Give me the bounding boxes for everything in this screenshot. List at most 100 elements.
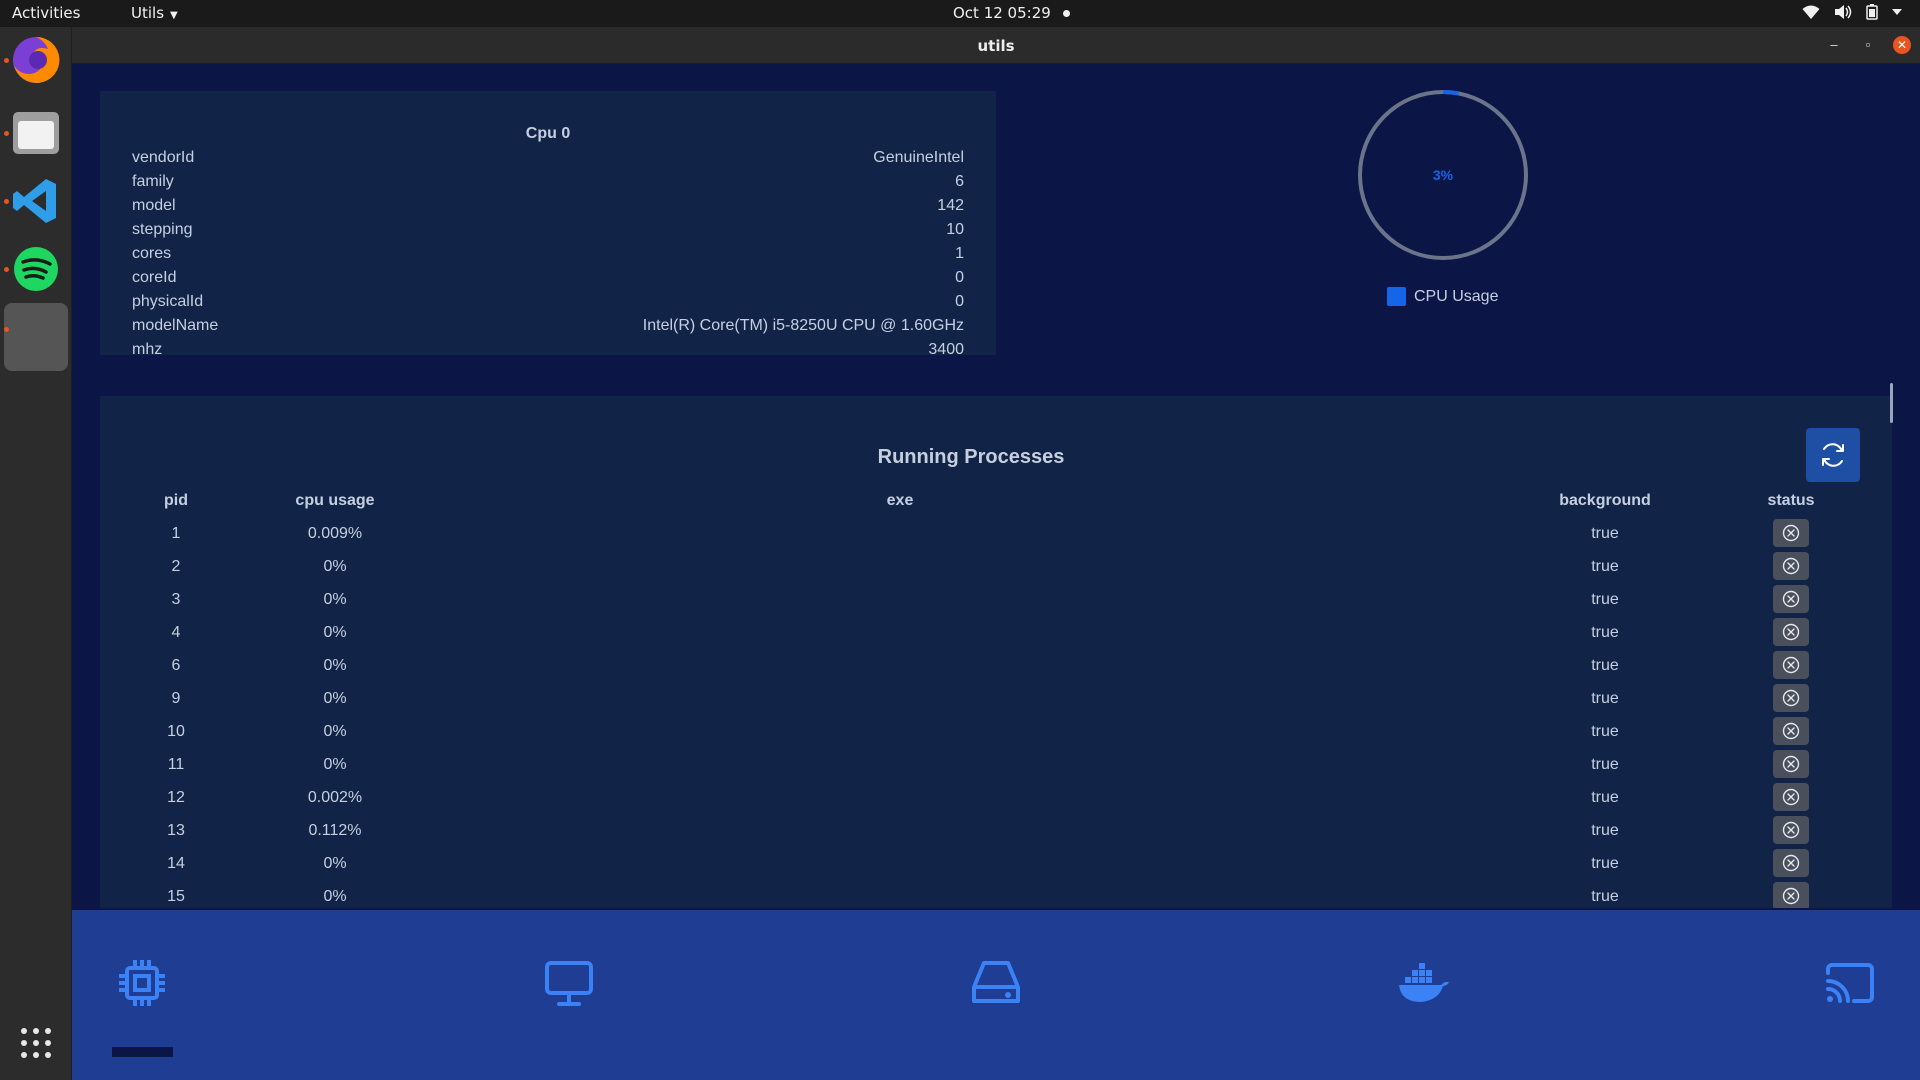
cpu-info-value: 142 — [937, 197, 964, 214]
top-bar: Activities Utils ▼ Oct 12 05:29 — [0, 0, 1920, 27]
status-cell — [1740, 715, 1842, 748]
status-cell — [1740, 583, 1842, 616]
cpu-usage-cell: 0.002% — [307, 789, 363, 806]
kill-process-button[interactable] — [1773, 519, 1809, 547]
dock-spotify[interactable] — [4, 243, 62, 295]
cpu-usage-cell: 0% — [323, 558, 347, 575]
cpu-info-key: family — [132, 173, 174, 190]
dock-firefox[interactable] — [4, 34, 62, 86]
cpu-usage-cell: 0% — [323, 888, 347, 905]
kill-process-button[interactable] — [1773, 849, 1809, 877]
maximize-button[interactable]: ▫ — [1859, 36, 1877, 54]
cpu-info-row: stepping 10 — [132, 221, 964, 245]
table-row: 13 0.112% true — [100, 814, 1892, 847]
column-header-exe[interactable]: exe — [800, 484, 1000, 517]
nav-cast[interactable] — [1824, 957, 1876, 1009]
kill-process-button[interactable] — [1773, 552, 1809, 580]
hard-drive-icon — [972, 961, 1020, 1003]
cast-icon — [1826, 963, 1874, 1003]
cpu-info-value: GenuineIntel — [873, 149, 964, 166]
background-cell: true — [1591, 888, 1619, 905]
cpu-usage-cell: 0% — [323, 855, 347, 872]
background-cell: true — [1591, 591, 1619, 608]
cpu-info-key: mhz — [132, 341, 163, 355]
cpu-info-row: mhz 3400 — [132, 341, 964, 355]
kill-process-button[interactable] — [1773, 882, 1809, 908]
kill-process-button[interactable] — [1773, 717, 1809, 745]
system-tray[interactable] — [1802, 4, 1902, 20]
cpu-info-value: 0 — [955, 269, 964, 286]
minimize-button[interactable]: – — [1825, 36, 1843, 54]
close-circle-icon — [1782, 689, 1800, 707]
refresh-button[interactable] — [1806, 428, 1860, 482]
status-cell — [1740, 649, 1842, 682]
table-row: 9 0% true — [100, 682, 1892, 715]
cpu-card-title: Cpu 0 — [525, 125, 571, 142]
running-indicator — [4, 199, 9, 204]
kill-process-button[interactable] — [1773, 816, 1809, 844]
dock-vscode[interactable] — [4, 175, 62, 227]
cpu-usage-cell: 0.009% — [307, 525, 363, 542]
exe-cell — [800, 649, 1000, 682]
kill-process-button[interactable] — [1773, 651, 1809, 679]
title-bar[interactable]: utils – ▫ ✕ — [72, 27, 1920, 64]
cpu-usage-cell: 0% — [323, 690, 347, 707]
pid-cell: 2 — [171, 558, 181, 575]
cpu-info-card: Cpu 0 vendorId GenuineIntel family 6 model 14… — [100, 91, 996, 355]
column-header-status[interactable]: status — [1740, 484, 1842, 517]
kill-process-button[interactable] — [1773, 618, 1809, 646]
cpu-info-row: model 142 — [132, 197, 964, 221]
gauge-legend[interactable]: CPU Usage — [1387, 287, 1498, 306]
app-menu-label: Utils — [131, 4, 165, 22]
background-cell: true — [1591, 690, 1619, 707]
close-circle-icon — [1782, 854, 1800, 872]
kill-process-button[interactable] — [1773, 783, 1809, 811]
cpu-info-row: family 6 — [132, 173, 964, 197]
dock-files[interactable] — [4, 107, 62, 159]
show-applications-icon[interactable] — [20, 1027, 52, 1064]
table-row: 2 0% true — [100, 550, 1892, 583]
column-header-cpu-usage[interactable]: cpu usage — [260, 484, 410, 517]
close-button[interactable]: ✕ — [1893, 36, 1911, 54]
table-row: 1 0.009% true — [100, 517, 1892, 550]
column-header-background[interactable]: background — [1540, 484, 1670, 517]
close-circle-icon — [1782, 821, 1800, 839]
running-indicator — [4, 267, 9, 272]
scrollbar[interactable] — [1890, 383, 1893, 423]
activities-button[interactable]: Activities — [12, 4, 80, 22]
exe-cell — [800, 814, 1000, 847]
status-cell — [1740, 781, 1842, 814]
cpu-info-value: 0 — [955, 293, 964, 310]
kill-process-button[interactable] — [1773, 585, 1809, 613]
nav-docker[interactable] — [1397, 957, 1449, 1009]
nav-storage[interactable] — [970, 957, 1022, 1009]
wifi-icon — [1802, 4, 1820, 20]
background-cell: true — [1591, 525, 1619, 542]
status-cell — [1740, 880, 1842, 908]
exe-cell — [800, 550, 1000, 583]
cpu-usage-cell: 0% — [323, 591, 347, 608]
cpu-usage-cell: 0% — [323, 624, 347, 641]
cpu-info-key: stepping — [132, 221, 193, 238]
cpu-icon — [119, 960, 165, 1006]
dock-utils[interactable] — [4, 303, 68, 371]
legend-label: CPU Usage — [1414, 287, 1499, 305]
nav-cpu[interactable] — [116, 957, 168, 1009]
kill-process-button[interactable] — [1773, 684, 1809, 712]
cpu-info-key: coreId — [132, 269, 177, 286]
column-header-pid[interactable]: pid — [160, 484, 192, 517]
app-menu[interactable]: Utils ▼ — [131, 4, 178, 22]
battery-icon — [1866, 4, 1878, 20]
clock[interactable]: Oct 12 05:29 — [953, 4, 1070, 22]
cpu-info-row: modelName Intel(R) Core(TM) i5-8250U CPU … — [132, 317, 964, 341]
nav-display[interactable] — [543, 957, 595, 1009]
cpu-info-key: physicalId — [132, 293, 204, 310]
clock-label: Oct 12 05:29 — [953, 4, 1051, 22]
cpu-usage-gauge: 3% — [1358, 90, 1528, 260]
kill-process-button[interactable] — [1773, 750, 1809, 778]
cpu-info-value: Intel(R) Core(TM) i5-8250U CPU @ 1.60GHz — [642, 317, 964, 334]
cpu-info-key: cores — [132, 245, 172, 262]
app-window: utils – ▫ ✕ Cpu 0 vendorId GenuineIntel fa… — [72, 27, 1920, 1080]
close-circle-icon — [1782, 623, 1800, 641]
table-row: 4 0% true — [100, 616, 1892, 649]
